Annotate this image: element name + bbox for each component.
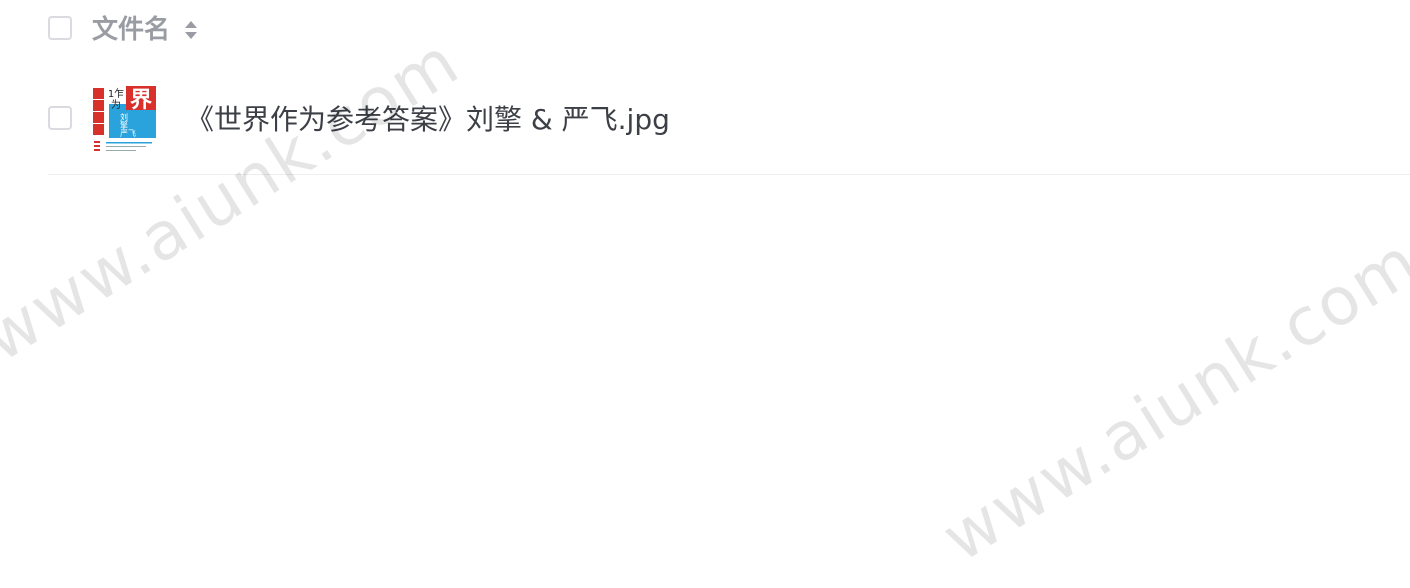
file-list-header: 文件名 bbox=[0, 0, 1410, 60]
watermark-text: www.aiunk.com bbox=[929, 222, 1410, 577]
row-checkbox[interactable] bbox=[48, 106, 72, 130]
svg-text:界: 界 bbox=[130, 88, 152, 113]
file-list-page: 文件名 界 1乍 为 刘 擎 严飞 《世界作为参考答案》刘擎 & 严飞.jpg … bbox=[0, 0, 1410, 588]
sort-icon[interactable] bbox=[184, 18, 198, 42]
svg-text:1乍: 1乍 bbox=[108, 87, 124, 100]
column-header-filename[interactable]: 文件名 bbox=[92, 12, 170, 48]
svg-text:为: 为 bbox=[111, 99, 121, 111]
svg-text:严飞: 严飞 bbox=[120, 129, 136, 138]
select-all-checkbox[interactable] bbox=[48, 16, 72, 40]
row-divider bbox=[48, 174, 1410, 175]
file-thumbnail[interactable]: 界 1乍 为 刘 擎 严飞 bbox=[92, 86, 156, 154]
file-name-link[interactable]: 《世界作为参考答案》刘擎 & 严飞.jpg bbox=[186, 100, 670, 140]
